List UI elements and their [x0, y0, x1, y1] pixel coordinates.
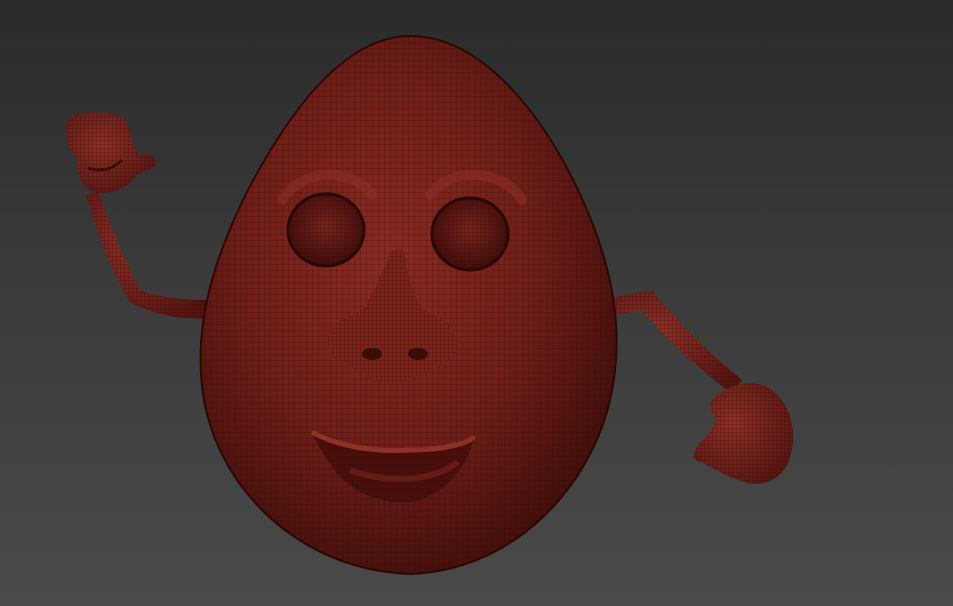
right-arm: [600, 290, 742, 394]
right-eye: [430, 196, 510, 272]
left-arm: [86, 190, 212, 319]
3d-viewport[interactable]: [0, 0, 953, 606]
left-hand: [65, 112, 157, 193]
right-hand: [693, 383, 794, 484]
left-eye: [286, 192, 366, 268]
egg-character-model[interactable]: [0, 0, 953, 606]
